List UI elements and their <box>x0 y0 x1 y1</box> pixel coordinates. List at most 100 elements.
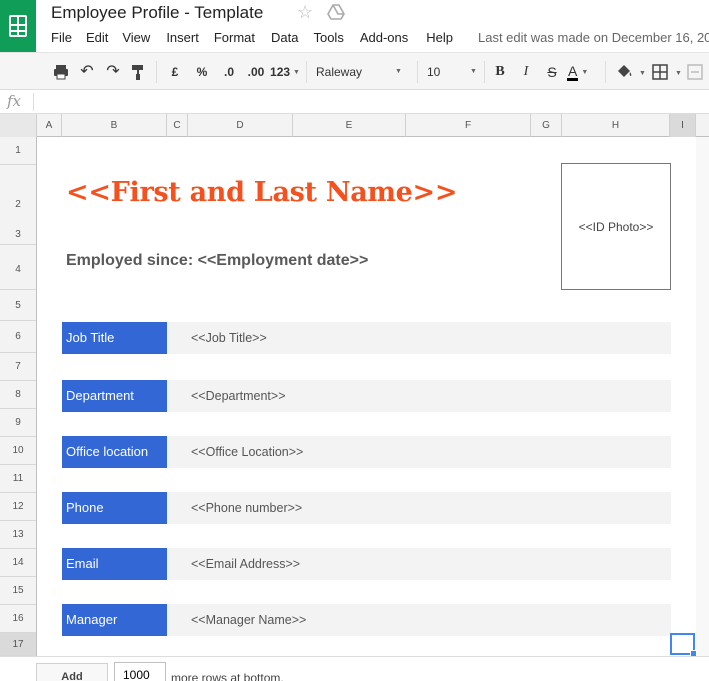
scroll-gutter[interactable] <box>696 137 709 656</box>
column-headers: A B C D E F G H I <box>0 114 709 137</box>
merge-cells-icon[interactable] <box>686 63 704 81</box>
add-rows-bar: Add more rows at bottom. <box>0 656 709 681</box>
field-label: Job Title <box>62 322 167 354</box>
row-header[interactable]: 5 <box>0 290 36 321</box>
rows-count-input[interactable] <box>114 662 166 681</box>
print-icon[interactable] <box>52 63 70 81</box>
column-header-f[interactable]: F <box>406 114 531 137</box>
move-to-folder-icon[interactable] <box>327 4 345 20</box>
chevron-down-icon[interactable]: ▼ <box>675 65 682 83</box>
column-header-d[interactable]: D <box>188 114 293 137</box>
row-header[interactable]: 10 <box>0 437 36 465</box>
row-header[interactable]: 7 <box>0 353 36 381</box>
column-header-h[interactable]: H <box>562 114 670 137</box>
row-header[interactable]: 16 <box>0 605 36 633</box>
undo-icon[interactable]: ↶ <box>78 63 96 81</box>
row-header[interactable]: 8 <box>0 381 36 409</box>
currency-format-button[interactable]: £ <box>166 63 184 81</box>
document-title[interactable]: Employee Profile - Template <box>51 3 263 23</box>
function-icon: fx <box>7 92 22 110</box>
row-header[interactable]: 12 <box>0 493 36 521</box>
field-row-job-title[interactable]: Job Title <<Job Title>> <box>62 322 671 354</box>
column-header-g[interactable]: G <box>531 114 562 137</box>
row-header[interactable]: 1 <box>0 137 36 165</box>
star-icon[interactable]: ☆ <box>297 2 313 23</box>
field-row-email[interactable]: Email <<Email Address>> <box>62 548 671 580</box>
italic-button[interactable]: I <box>518 63 534 81</box>
menu-add-ons[interactable]: Add-ons <box>360 30 408 48</box>
menu-insert[interactable]: Insert <box>166 30 199 48</box>
strikethrough-button[interactable]: S <box>544 63 560 81</box>
row-header[interactable]: 6 <box>0 321 36 353</box>
menu-help[interactable]: Help <box>426 30 453 48</box>
more-formats-dropdown[interactable]: 123 ▼ <box>268 63 302 81</box>
text-color-button[interactable]: A ▼ <box>567 63 597 81</box>
id-photo-label: <<ID Photo>> <box>578 219 654 234</box>
chevron-down-icon: ▼ <box>293 68 300 76</box>
row-header[interactable]: 11 <box>0 465 36 493</box>
menu-tools[interactable]: Tools <box>313 30 343 48</box>
formula-input[interactable] <box>38 92 698 112</box>
menu-edit[interactable]: Edit <box>86 30 108 48</box>
font-size-label: 10 <box>427 65 441 79</box>
row-header[interactable]: 17 <box>0 633 36 656</box>
row-header[interactable]: 14 <box>0 549 36 577</box>
column-header-c[interactable]: C <box>167 114 188 137</box>
redo-icon[interactable]: ↷ <box>104 63 122 81</box>
select-all-corner[interactable] <box>0 114 37 137</box>
sheets-logo-icon[interactable] <box>0 0 36 52</box>
employee-name-heading[interactable]: <<First and Last Name>> <box>66 177 458 208</box>
menu-file[interactable]: File <box>51 30 72 48</box>
paint-format-icon[interactable] <box>130 63 146 81</box>
add-rows-text: more rows at bottom. <box>171 671 284 681</box>
field-label: Manager <box>62 604 167 636</box>
decrease-decimals-button[interactable]: .0 <box>218 63 240 81</box>
column-header-a[interactable]: A <box>37 114 62 137</box>
field-row-phone[interactable]: Phone <<Phone number>> <box>62 492 671 524</box>
row-header[interactable]: 4 <box>0 250 36 290</box>
row-header[interactable]: 15 <box>0 577 36 605</box>
chevron-down-icon: ▼ <box>395 68 402 75</box>
chevron-down-icon[interactable]: ▼ <box>639 65 646 83</box>
font-size-dropdown[interactable]: 10 ▼ <box>427 63 477 81</box>
title-bar: Employee Profile - Template ☆ File Edit Vi… <box>0 0 709 52</box>
field-value[interactable]: <<Job Title>> <box>191 322 267 354</box>
row-header[interactable]: 13 <box>0 521 36 549</box>
field-label: Phone <box>62 492 167 524</box>
field-row-office-location[interactable]: Office location <<Office Location>> <box>62 436 671 468</box>
menu-view[interactable]: View <box>122 30 150 48</box>
toolbar: ↶ ↷ £ % .0 .00 123 ▼ Raleway ▼ 10 ▼ B I S A… <box>0 52 709 90</box>
borders-icon[interactable] <box>651 63 669 81</box>
field-row-manager[interactable]: Manager <<Manager Name>> <box>62 604 671 636</box>
field-value[interactable]: <<Email Address>> <box>191 548 300 580</box>
text-color-icon: A <box>567 63 579 81</box>
employed-since-text[interactable]: Employed since: <<Employment date>> <box>66 252 368 270</box>
formula-bar: fx <box>0 90 709 114</box>
bold-button[interactable]: B <box>492 63 508 81</box>
add-rows-button[interactable]: Add <box>36 663 108 681</box>
field-row-department[interactable]: Department <<Department>> <box>62 380 671 412</box>
sheet-grid[interactable]: <<First and Last Name>> Employed since: … <box>37 137 696 656</box>
menu-data[interactable]: Data <box>271 30 298 48</box>
field-value[interactable]: <<Department>> <box>191 380 286 412</box>
column-header-e[interactable]: E <box>293 114 406 137</box>
font-family-label: Raleway <box>316 65 363 79</box>
row-header[interactable]: 3 <box>0 218 36 250</box>
increase-decimals-button[interactable]: .00 <box>243 63 269 81</box>
fill-color-icon[interactable] <box>615 63 635 81</box>
active-cell-selection[interactable] <box>670 633 697 657</box>
column-header-b[interactable]: B <box>62 114 167 137</box>
field-label: Department <box>62 380 167 412</box>
field-value[interactable]: <<Manager Name>> <box>191 604 306 636</box>
menu-format[interactable]: Format <box>214 30 255 48</box>
row-header[interactable]: 9 <box>0 409 36 437</box>
chevron-down-icon: ▼ <box>470 68 477 75</box>
field-label: Email <box>62 548 167 580</box>
percent-format-button[interactable]: % <box>193 63 211 81</box>
id-photo-box[interactable]: <<ID Photo>> <box>561 163 671 290</box>
column-header-i[interactable]: I <box>670 114 696 137</box>
last-edit-link[interactable]: Last edit was made on December 16, 20 <box>478 30 709 45</box>
field-value[interactable]: <<Office Location>> <box>191 436 303 468</box>
field-value[interactable]: <<Phone number>> <box>191 492 302 524</box>
font-family-dropdown[interactable]: Raleway ▼ <box>316 63 402 81</box>
